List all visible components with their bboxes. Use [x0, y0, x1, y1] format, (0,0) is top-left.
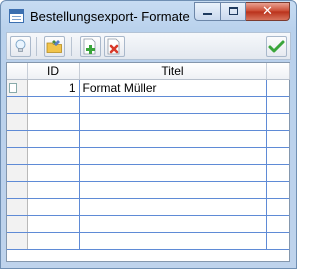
add-button[interactable]: [80, 36, 101, 57]
maximize-icon: [229, 7, 238, 15]
cell-id[interactable]: [27, 147, 80, 165]
cell-titel[interactable]: [79, 130, 267, 148]
empty-row[interactable]: [7, 113, 289, 131]
delete-button[interactable]: [104, 36, 125, 57]
cell-id[interactable]: [27, 130, 80, 148]
cell-filler: [266, 113, 289, 131]
lightbulb-icon: [15, 39, 26, 52]
empty-row[interactable]: [7, 198, 289, 216]
cell-id[interactable]: [27, 164, 80, 182]
folder-tools-icon: [46, 40, 62, 53]
cell-titel[interactable]: [79, 232, 267, 250]
cell-titel[interactable]: [79, 164, 267, 182]
row-selector[interactable]: [7, 130, 28, 148]
cell-titel[interactable]: [79, 147, 267, 165]
table-app-icon: [9, 9, 24, 23]
cell-filler: [266, 147, 289, 165]
row-selector-header[interactable]: [7, 63, 28, 80]
cell-titel[interactable]: [79, 113, 267, 131]
cell-titel[interactable]: [79, 96, 267, 114]
open-button[interactable]: [44, 36, 65, 57]
row-selector[interactable]: [7, 215, 28, 233]
row-selector[interactable]: [7, 232, 28, 250]
empty-row[interactable]: [7, 147, 289, 165]
empty-row[interactable]: [7, 215, 289, 233]
cell-filler: [266, 215, 289, 233]
cell-filler: [266, 232, 289, 250]
close-button[interactable]: ✕: [246, 2, 290, 21]
add-document-icon: [83, 38, 96, 55]
row-selector[interactable]: [7, 181, 28, 199]
window-title: Bestellungsexport- Formate: [30, 9, 190, 24]
cell-id[interactable]: 1: [27, 79, 80, 97]
cell-titel[interactable]: [79, 181, 267, 199]
empty-row[interactable]: [7, 181, 289, 199]
row-selector[interactable]: [7, 198, 28, 216]
row-selector[interactable]: [7, 147, 28, 165]
close-icon: ✕: [262, 4, 273, 19]
checkmark-icon: [268, 40, 285, 53]
cell-filler: [266, 79, 289, 97]
cell-id[interactable]: [27, 113, 80, 131]
row-selector[interactable]: [7, 96, 28, 114]
toolbar: [6, 32, 291, 60]
cell-filler: [266, 198, 289, 216]
format-grid[interactable]: ID Titel 1 Format Müller: [6, 62, 290, 262]
hint-button[interactable]: [10, 36, 31, 57]
empty-row[interactable]: [7, 232, 289, 250]
cell-titel[interactable]: Format Müller: [79, 79, 267, 97]
table-row[interactable]: 1 Format Müller: [7, 79, 289, 97]
cell-id[interactable]: [27, 198, 80, 216]
row-selector[interactable]: [7, 164, 28, 182]
empty-row[interactable]: [7, 96, 289, 114]
cell-titel[interactable]: [79, 215, 267, 233]
cell-filler: [266, 181, 289, 199]
delete-document-icon: [107, 38, 120, 55]
column-header-id[interactable]: ID: [27, 63, 80, 80]
ok-button[interactable]: [266, 36, 287, 57]
window: Bestellungsexport- Formate ✕ ID Titel 1 …: [0, 0, 297, 269]
column-header-filler: [266, 63, 290, 80]
cell-id[interactable]: [27, 215, 80, 233]
cell-filler: [266, 130, 289, 148]
row-marker-icon: [9, 82, 17, 93]
row-selector[interactable]: [7, 113, 28, 131]
maximize-button[interactable]: [220, 2, 246, 21]
cell-id[interactable]: [27, 96, 80, 114]
row-selector[interactable]: [7, 79, 28, 97]
cell-filler: [266, 164, 289, 182]
cell-id[interactable]: [27, 232, 80, 250]
column-header-titel[interactable]: Titel: [79, 63, 267, 80]
cell-filler: [266, 96, 289, 114]
empty-row[interactable]: [7, 164, 289, 182]
minimize-icon: [203, 13, 212, 15]
minimize-button[interactable]: [194, 2, 220, 21]
title-bar[interactable]: Bestellungsexport- Formate ✕: [1, 1, 296, 31]
cell-id[interactable]: [27, 181, 80, 199]
empty-row[interactable]: [7, 130, 289, 148]
cell-titel[interactable]: [79, 198, 267, 216]
